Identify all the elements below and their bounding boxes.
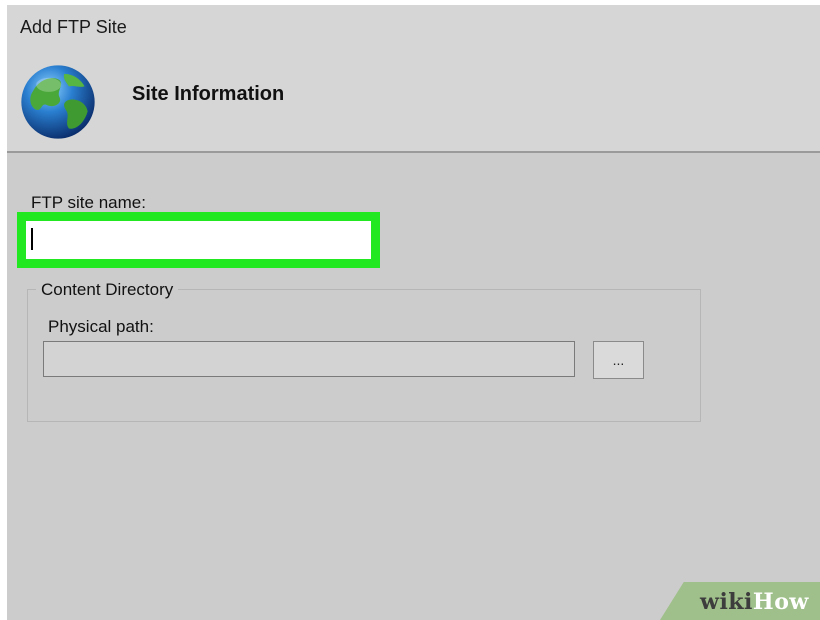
physical-path-input[interactable] bbox=[43, 341, 575, 377]
window-title: Add FTP Site bbox=[20, 17, 127, 37]
text-cursor bbox=[31, 228, 33, 250]
ftp-site-name-label: FTP site name: bbox=[31, 193, 146, 212]
watermark-how: How bbox=[752, 589, 809, 615]
wikihow-watermark: wikiHow bbox=[700, 589, 809, 615]
physical-path-label: Physical path: bbox=[48, 317, 154, 336]
ftp-site-name-input[interactable] bbox=[26, 221, 371, 259]
watermark-wiki: wiki bbox=[700, 589, 753, 615]
page-heading: Site Information bbox=[132, 83, 285, 105]
input-highlight-box bbox=[17, 212, 380, 268]
wizard-header: Add FTP Site Site Information bbox=[7, 5, 820, 153]
globe-icon bbox=[21, 65, 95, 139]
browse-button[interactable]: ... bbox=[593, 341, 644, 379]
content-directory-label: Content Directory bbox=[36, 280, 179, 300]
